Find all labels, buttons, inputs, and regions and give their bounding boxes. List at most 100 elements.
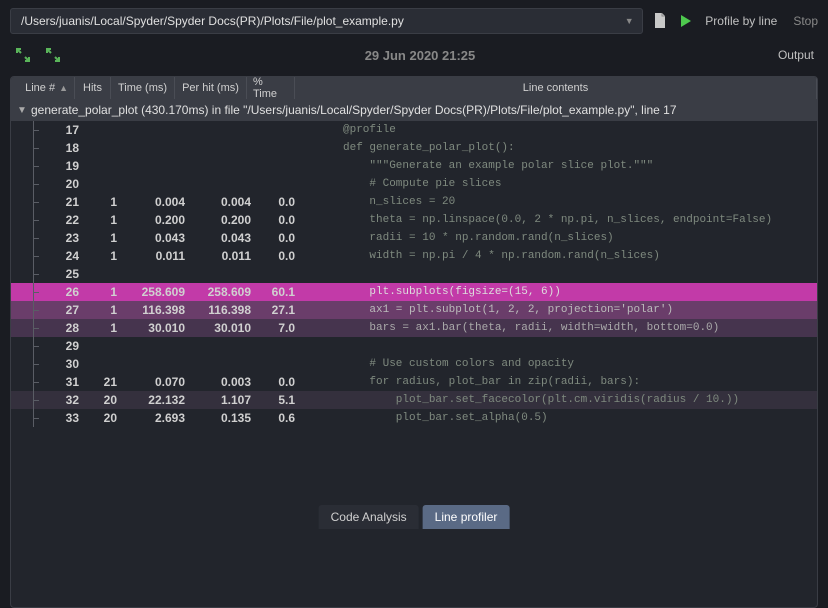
cell-hits: 1 <box>85 195 125 209</box>
profiler-row[interactable]: 25 <box>11 265 817 283</box>
cell-hits: 20 <box>85 411 125 425</box>
bottom-tabs: Code Analysis Line profiler <box>319 505 510 529</box>
cell-perhit: 116.398 <box>189 303 255 317</box>
cell-line: 24 <box>41 249 85 263</box>
cell-code: ax1 = plt.subplot(1, 2, 2, projection='p… <box>303 304 817 316</box>
cell-code: @profile <box>303 124 817 136</box>
cell-time: 0.200 <box>125 213 189 227</box>
chevron-down-icon[interactable]: ▼ <box>620 12 638 30</box>
profiler-row[interactable]: 2210.2000.2000.0 theta = np.linspace(0.0… <box>11 211 817 229</box>
cell-line: 20 <box>41 177 85 191</box>
cell-code: theta = np.linspace(0.0, 2 * np.pi, n_sl… <box>303 214 817 226</box>
profiler-row[interactable]: 29 <box>11 337 817 355</box>
profile-by-line-button[interactable]: Profile by line <box>705 14 777 28</box>
column-header-line[interactable]: Line #▲ <box>11 77 75 99</box>
cell-perhit: 0.043 <box>189 231 255 245</box>
file-path-input[interactable]: /Users/juanis/Local/Spyder/Spyder Docs(P… <box>10 8 643 34</box>
profiler-row[interactable]: 261258.609258.60960.1 plt.subplots(figsi… <box>11 283 817 301</box>
cell-line: 27 <box>41 303 85 317</box>
column-header-hits[interactable]: Hits <box>75 77 111 99</box>
cell-pct: 7.0 <box>255 321 303 335</box>
cell-perhit: 0.200 <box>189 213 255 227</box>
cell-perhit: 1.107 <box>189 393 255 407</box>
collapse-caret-icon[interactable]: ▼ <box>17 105 31 116</box>
cell-code: n_slices = 20 <box>303 196 817 208</box>
cell-code: plt.subplots(figsize=(15, 6)) <box>303 286 817 298</box>
profiler-row[interactable]: 18 def generate_polar_plot(): <box>11 139 817 157</box>
column-header-time[interactable]: Time (ms) <box>111 77 175 99</box>
profiler-row[interactable]: 2410.0110.0110.0 width = np.pi / 4 * np.… <box>11 247 817 265</box>
cell-hits: 1 <box>85 321 125 335</box>
cell-line: 22 <box>41 213 85 227</box>
cell-time: 0.070 <box>125 375 189 389</box>
cell-line: 28 <box>41 321 85 335</box>
cell-pct: 5.1 <box>255 393 303 407</box>
cell-perhit: 258.609 <box>189 285 255 299</box>
cell-time: 0.004 <box>125 195 189 209</box>
expand-all-icon[interactable] <box>44 46 62 64</box>
cell-line: 33 <box>41 411 85 425</box>
profiler-row[interactable]: 271116.398116.39827.1 ax1 = plt.subplot(… <box>11 301 817 319</box>
stop-button[interactable]: Stop <box>793 14 818 28</box>
profiler-row[interactable]: 2110.0040.0040.0 n_slices = 20 <box>11 193 817 211</box>
output-button[interactable]: Output <box>778 48 814 62</box>
cell-time: 258.609 <box>125 285 189 299</box>
cell-code: for radius, plot_bar in zip(radii, bars)… <box>303 376 817 388</box>
top-toolbar: /Users/juanis/Local/Spyder/Spyder Docs(P… <box>0 0 828 42</box>
cell-code: bars = ax1.bar(theta, radii, width=width… <box>303 322 817 334</box>
profiler-row[interactable]: 17 @profile <box>11 121 817 139</box>
profiler-row[interactable]: 30 # Use custom colors and opacity <box>11 355 817 373</box>
cell-line: 18 <box>41 141 85 155</box>
cell-line: 17 <box>41 123 85 137</box>
column-header-contents[interactable]: Line contents <box>295 77 817 99</box>
cell-line: 26 <box>41 285 85 299</box>
profiler-row[interactable]: 2310.0430.0430.0 radii = 10 * np.random.… <box>11 229 817 247</box>
cell-line: 23 <box>41 231 85 245</box>
tab-line-profiler[interactable]: Line profiler <box>423 505 510 529</box>
profiler-row[interactable]: 20 # Compute pie slices <box>11 175 817 193</box>
cell-hits: 1 <box>85 303 125 317</box>
cell-pct: 0.0 <box>255 213 303 227</box>
profiler-row[interactable]: 31210.0700.0030.0 for radius, plot_bar i… <box>11 373 817 391</box>
sort-arrow-icon: ▲ <box>59 83 68 93</box>
table-header: Line #▲ Hits Time (ms) Per hit (ms) % Ti… <box>11 77 817 99</box>
cell-line: 29 <box>41 339 85 353</box>
cell-code: plot_bar.set_facecolor(plt.cm.viridis(ra… <box>303 394 817 406</box>
tab-code-analysis[interactable]: Code Analysis <box>319 505 419 529</box>
sub-toolbar: 29 Jun 2020 21:25 Output <box>0 42 828 70</box>
file-icon[interactable] <box>651 12 669 30</box>
cell-pct: 60.1 <box>255 285 303 299</box>
profiler-row[interactable]: 19 """Generate an example polar slice pl… <box>11 157 817 175</box>
data-rows: 17 @profile 18 def generate_polar_plot(): 19… <box>11 121 817 427</box>
cell-line: 31 <box>41 375 85 389</box>
cell-time: 30.010 <box>125 321 189 335</box>
column-header-perhit[interactable]: Per hit (ms) <box>175 77 247 99</box>
cell-hits: 21 <box>85 375 125 389</box>
cell-hits: 1 <box>85 249 125 263</box>
cell-perhit: 0.135 <box>189 411 255 425</box>
profiler-row[interactable]: 28130.01030.0107.0 bars = ax1.bar(theta,… <box>11 319 817 337</box>
cell-pct: 0.0 <box>255 231 303 245</box>
play-icon[interactable] <box>677 12 695 30</box>
cell-hits: 1 <box>85 213 125 227</box>
file-path-text: /Users/juanis/Local/Spyder/Spyder Docs(P… <box>21 14 620 28</box>
cell-perhit: 0.004 <box>189 195 255 209</box>
profiler-row[interactable]: 322022.1321.1075.1 plot_bar.set_facecolo… <box>11 391 817 409</box>
column-header-pct[interactable]: % Time <box>247 77 295 99</box>
cell-code: def generate_polar_plot(): <box>303 142 817 154</box>
cell-pct: 0.0 <box>255 249 303 263</box>
collapse-all-icon[interactable] <box>14 46 32 64</box>
cell-line: 19 <box>41 159 85 173</box>
cell-line: 21 <box>41 195 85 209</box>
cell-line: 32 <box>41 393 85 407</box>
cell-pct: 27.1 <box>255 303 303 317</box>
cell-pct: 0.0 <box>255 375 303 389</box>
cell-hits: 20 <box>85 393 125 407</box>
cell-code: # Compute pie slices <box>303 178 817 190</box>
cell-perhit: 0.003 <box>189 375 255 389</box>
cell-hits: 1 <box>85 285 125 299</box>
cell-time: 0.011 <box>125 249 189 263</box>
profiler-row[interactable]: 33202.6930.1350.6 plot_bar.set_alpha(0.5… <box>11 409 817 427</box>
function-summary-row[interactable]: ▼ generate_polar_plot (430.170ms) in fil… <box>11 99 817 121</box>
cell-pct: 0.6 <box>255 411 303 425</box>
